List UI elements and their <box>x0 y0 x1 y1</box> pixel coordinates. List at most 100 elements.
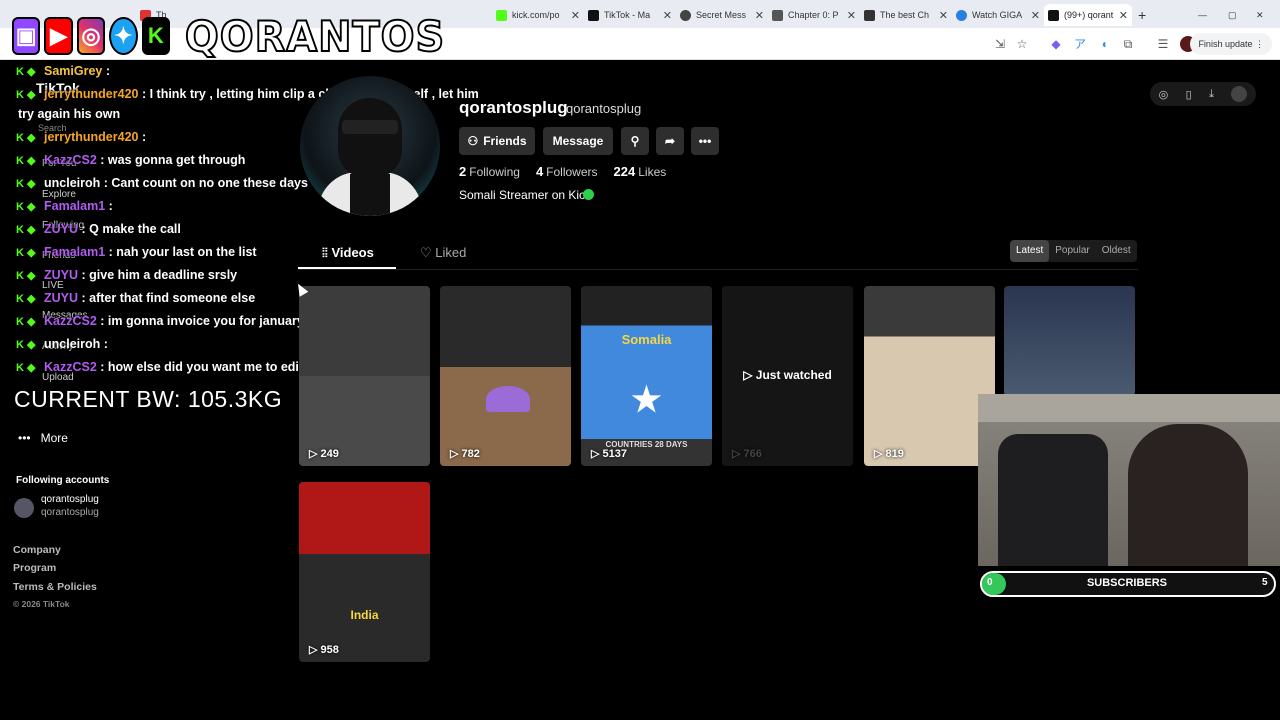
tab-liked-label: Liked <box>435 245 467 260</box>
video-thumbnail[interactable] <box>1004 286 1135 396</box>
close-tab-icon[interactable]: ✕ <box>755 9 764 22</box>
following-stat[interactable]: 2 Following <box>459 164 520 179</box>
share-icon[interactable]: ➦ <box>656 127 684 155</box>
chat-separator: : <box>100 176 112 190</box>
video-views: ▷ 766 <box>732 448 762 460</box>
finish-update-button[interactable]: Finish update ⋮ <box>1190 33 1272 55</box>
logo-text: QORANTOS <box>184 11 446 62</box>
tab-favicon-icon <box>772 9 783 21</box>
user-avatar-icon[interactable] <box>1231 86 1248 102</box>
install-icon[interactable]: ⇲ <box>992 36 1008 52</box>
views-count: 819 <box>885 448 904 460</box>
chat-separator: : <box>105 199 113 213</box>
chat-badges-icon: K ◆ <box>16 132 36 144</box>
tab-liked[interactable]: ♡ Liked <box>420 245 466 261</box>
close-tab-icon[interactable]: ✕ <box>939 9 948 22</box>
browser-tab[interactable]: kick.com/po ✕ <box>496 4 580 26</box>
video-thumbnail[interactable]: ▷ 819 <box>864 286 995 466</box>
close-tab-icon[interactable]: ✕ <box>847 9 856 22</box>
sort-toggle: Latest Popular Oldest <box>1010 240 1137 262</box>
close-tab-icon[interactable]: ✕ <box>1031 9 1040 22</box>
download-icon[interactable]: ⤓ <box>1209 88 1214 101</box>
tab-videos-label: Videos <box>331 245 374 260</box>
close-tab-icon[interactable]: ✕ <box>663 9 672 22</box>
chat-username: KazzCS2 <box>44 360 97 374</box>
video-views: ▷ 782 <box>450 448 480 460</box>
chat-badges-icon: K ◆ <box>16 247 36 259</box>
avatar-glasses <box>342 120 398 134</box>
browser-tab[interactable]: Watch GIGA ✕ <box>956 4 1040 26</box>
close-tab-icon[interactable]: ✕ <box>571 9 580 22</box>
followers-stat[interactable]: 4 Followers <box>536 164 598 179</box>
chat-badges-icon: K ◆ <box>16 66 36 78</box>
mobile-icon[interactable]: ▯ <box>1186 88 1192 101</box>
chat-badges-icon: K ◆ <box>16 339 36 351</box>
views-count: 5137 <box>602 448 627 460</box>
sort-oldest[interactable]: Oldest <box>1096 240 1137 262</box>
chat-message: K ◆ ZUYU : Q make the call <box>16 222 181 236</box>
video-thumbnail[interactable]: Somalia ★ COUNTRIES 28 DAYS ▷ 5137 <box>581 286 712 466</box>
more-options-icon[interactable]: ••• <box>691 127 719 155</box>
sidebar-more[interactable]: ••• More <box>18 431 68 445</box>
bookmark-star-icon[interactable]: ☆ <box>1014 36 1030 52</box>
tab-title: Chapter 0: P <box>788 10 839 20</box>
video-thumbnail[interactable]: ▷ 782 <box>440 286 571 466</box>
views-count: 782 <box>461 448 480 460</box>
chat-text: im gonna invoice you for january <box>107 314 304 328</box>
webcam-chair <box>998 434 1108 566</box>
extension-icon[interactable]: ◆ <box>1048 36 1064 52</box>
tab-favicon-icon <box>588 9 599 21</box>
reading-list-icon[interactable]: ☰ <box>1155 36 1171 52</box>
footer-terms[interactable]: Terms & Policies <box>13 581 97 593</box>
browser-tab[interactable]: The best Ch ✕ <box>864 4 948 26</box>
maximize-icon[interactable]: ▢ <box>1228 4 1242 26</box>
translate-icon[interactable]: ア <box>1072 36 1088 52</box>
browser-tab[interactable]: Secret Mess ✕ <box>680 4 764 26</box>
finish-update-label: Finish update <box>1198 39 1253 49</box>
browser-tab[interactable]: Chapter 0: P ✕ <box>772 4 856 26</box>
tab-title: Watch GIGA <box>972 10 1023 20</box>
close-window-icon[interactable]: ✕ <box>1256 4 1270 26</box>
chat-username: Famalam1 <box>44 199 106 213</box>
settings-icon[interactable]: ◎ <box>1159 88 1169 101</box>
extensions-puzzle-icon[interactable]: ⧉ <box>1120 36 1136 52</box>
chat-separator: : <box>78 222 90 236</box>
friends-button[interactable]: ⚇ Friends <box>459 127 535 155</box>
message-button[interactable]: Message <box>543 127 613 155</box>
new-tab-button[interactable]: + <box>1138 4 1152 26</box>
friends-label: Friends <box>483 134 527 148</box>
video-caption: Somalia <box>621 332 672 347</box>
chat-text: after that find someone else <box>89 291 256 305</box>
sort-popular[interactable]: Popular <box>1049 240 1095 262</box>
suggest-account-icon[interactable]: ⚲ <box>621 127 649 155</box>
tab-videos[interactable]: ⦙⦙ Videos <box>322 245 374 261</box>
video-thumbnail[interactable]: ▷ Just watched ▷ 766 <box>722 286 853 466</box>
chat-message: K ◆ KazzCS2 : im gonna invoice you for ja… <box>16 314 304 328</box>
chat-text: how else did you want me to edit that <box>107 360 330 374</box>
chat-message: K ◆ KazzCS2 : was gonna get through <box>16 153 245 167</box>
tab-title: (99+) qorant <box>1064 10 1114 20</box>
chat-username: SamiGrey <box>44 64 103 78</box>
audio-icon[interactable]: ◖ <box>1096 36 1112 52</box>
footer-program[interactable]: Program <box>13 562 56 574</box>
minimize-icon[interactable]: — <box>1198 4 1212 26</box>
chat-badges-icon: K ◆ <box>16 155 36 167</box>
account-name[interactable]: qorantosplug <box>41 494 99 505</box>
grid-icon: ⦙⦙ <box>322 245 328 260</box>
chat-separator: : <box>78 268 90 282</box>
following-count: 2 <box>459 164 467 179</box>
sort-latest[interactable]: Latest <box>1010 240 1050 262</box>
account-avatar[interactable] <box>14 498 34 518</box>
video-thumbnail[interactable]: ▷ 249 <box>299 286 430 466</box>
browser-tab[interactable]: TikTok - Ma ✕ <box>588 4 672 26</box>
close-tab-icon[interactable]: ✕ <box>1119 9 1128 22</box>
browser-tab-active[interactable]: (99+) qorant ✕ <box>1044 4 1132 26</box>
video-thumbnail[interactable]: India ▷ 958 <box>299 482 430 662</box>
chat-username: jerrythunder420 <box>44 130 139 144</box>
avatar-head <box>338 98 402 178</box>
footer-company[interactable]: Company <box>13 544 61 556</box>
avatar-tie <box>350 174 390 216</box>
profile-avatar[interactable] <box>300 76 440 216</box>
chat-message: K ◆ uncleiroh : Cant count on no one thes… <box>16 176 308 190</box>
stream-logo-overlay: ▣ ▶ ◎ ✦ K QORANTOS <box>12 10 452 62</box>
